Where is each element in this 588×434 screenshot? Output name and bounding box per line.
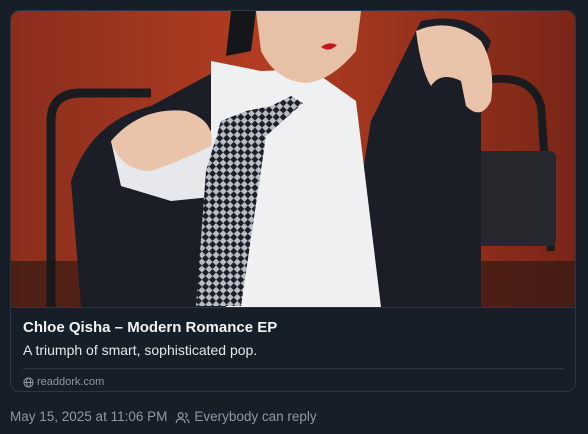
link-preview-card[interactable]: Chloe Qisha – Modern Romance EP A triump… bbox=[10, 10, 576, 392]
link-description: A triumph of smart, sophisticated pop. bbox=[23, 342, 258, 358]
people-icon bbox=[175, 411, 190, 424]
link-domain-row: readdork.com bbox=[23, 375, 563, 389]
post-timestamp[interactable]: May 15, 2025 at 11:06 PM bbox=[10, 408, 167, 426]
card-divider bbox=[23, 368, 563, 369]
link-title[interactable]: Chloe Qisha – Modern Romance EP bbox=[23, 318, 563, 338]
link-preview-image[interactable] bbox=[11, 11, 575, 308]
reply-setting[interactable]: Everybody can reply bbox=[194, 408, 316, 426]
globe-icon bbox=[23, 376, 34, 388]
link-preview-text: Chloe Qisha – Modern Romance EP A triump… bbox=[23, 318, 563, 389]
link-domain: readdork.com bbox=[37, 376, 105, 388]
post-meta-row: May 15, 2025 at 11:06 PM Everybody can r… bbox=[10, 408, 317, 426]
